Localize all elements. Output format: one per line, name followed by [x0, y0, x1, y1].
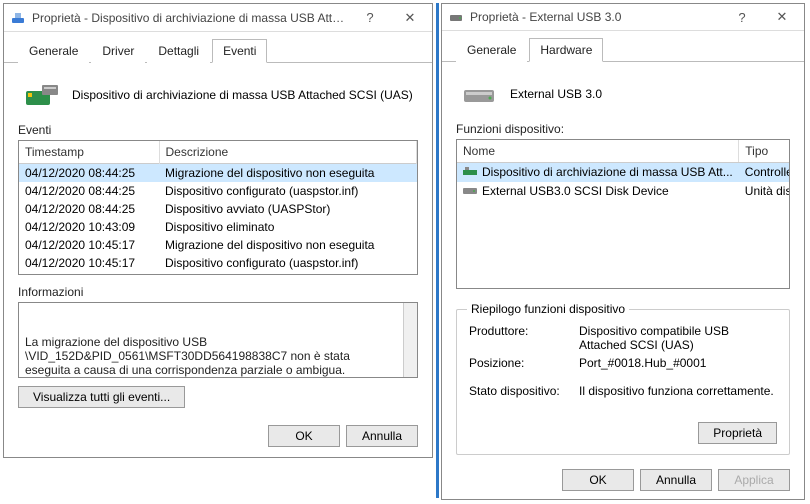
- tab-strip: Generale Driver Dettagli Eventi: [4, 32, 432, 63]
- events-dialog: Proprietà - Dispositivo di archiviazione…: [3, 3, 433, 458]
- event-row[interactable]: 04/12/2020 10:43:09Dispositivo eliminato: [19, 218, 417, 236]
- device-header: Dispositivo di archiviazione di massa US…: [22, 79, 418, 111]
- event-row[interactable]: 04/12/2020 08:44:25Dispositivo avviato (…: [19, 200, 417, 218]
- function-row[interactable]: Dispositivo di archiviazione di massa US…: [457, 163, 790, 182]
- help-button[interactable]: ?: [722, 4, 762, 30]
- device-icon: [22, 79, 62, 111]
- device-name: Dispositivo di archiviazione di massa US…: [72, 88, 413, 102]
- info-textarea[interactable]: La migrazione del dispositivo USB \VID_1…: [18, 302, 418, 378]
- events-list[interactable]: Timestamp Descrizione 04/12/2020 08:44:2…: [18, 140, 418, 275]
- summary-legend: Riepilogo funzioni dispositivo: [467, 302, 629, 316]
- tab-strip: Generale Hardware: [442, 31, 804, 62]
- scrollbar[interactable]: [403, 303, 417, 377]
- events-label: Eventi: [18, 123, 418, 137]
- titlebar: Proprietà - External USB 3.0 ? ✕: [442, 4, 804, 31]
- cancel-button[interactable]: Annulla: [640, 469, 712, 491]
- ok-button[interactable]: OK: [562, 469, 634, 491]
- position-row: Posizione: Port_#0018.Hub_#0001: [469, 356, 777, 370]
- function-row[interactable]: External USB3.0 SCSI Disk Device Unità d…: [457, 182, 790, 201]
- dialog-buttons: OK Annulla: [4, 417, 432, 457]
- cancel-button[interactable]: Annulla: [346, 425, 418, 447]
- event-row[interactable]: 04/12/2020 10:45:17Dispositivo configura…: [19, 254, 417, 272]
- event-row[interactable]: 04/12/2020 08:44:25Migrazione del dispos…: [19, 164, 417, 183]
- functions-label: Funzioni dispositivo:: [456, 122, 790, 136]
- tab-details[interactable]: Dettagli: [147, 39, 210, 63]
- event-row[interactable]: 04/12/2020 10:45:17Migrazione del dispos…: [19, 236, 417, 254]
- drive-icon: [460, 78, 500, 110]
- ok-button[interactable]: OK: [268, 425, 340, 447]
- usb-controller-icon: [463, 166, 479, 180]
- functions-list[interactable]: Nome Tipo Dispositivo di archiviazione d…: [456, 139, 790, 289]
- window-title: Proprietà - External USB 3.0: [470, 10, 722, 24]
- dialog-buttons: OK Annulla Applica: [442, 461, 804, 501]
- tab-hardware[interactable]: Hardware: [529, 38, 603, 62]
- hardware-dialog: Proprietà - External USB 3.0 ? ✕ General…: [441, 3, 805, 500]
- close-button[interactable]: ✕: [762, 4, 802, 30]
- window-title: Proprietà - Dispositivo di archiviazione…: [32, 11, 350, 25]
- tab-general[interactable]: Generale: [456, 38, 527, 62]
- apply-button[interactable]: Applica: [718, 469, 790, 491]
- close-button[interactable]: ✕: [390, 5, 430, 31]
- producer-row: Produttore: Dispositivo compatibile USB …: [469, 324, 777, 352]
- device-header: External USB 3.0: [460, 78, 790, 110]
- col-description[interactable]: Descrizione: [159, 141, 417, 164]
- view-all-events-button[interactable]: Visualizza tutti gli eventi...: [18, 386, 185, 408]
- tab-content: Dispositivo di archiviazione di massa US…: [4, 63, 432, 417]
- device-summary: Riepilogo funzioni dispositivo Produttor…: [456, 309, 790, 455]
- col-type[interactable]: Tipo: [739, 140, 790, 163]
- col-name[interactable]: Nome: [457, 140, 739, 163]
- properties-button[interactable]: Proprietà: [698, 422, 777, 444]
- col-timestamp[interactable]: Timestamp: [19, 141, 159, 164]
- event-row[interactable]: 04/12/2020 08:44:25Dispositivo configura…: [19, 182, 417, 200]
- device-name: External USB 3.0: [510, 87, 602, 101]
- app-icon: [448, 9, 464, 25]
- disk-icon: [463, 185, 479, 199]
- info-label: Informazioni: [18, 285, 418, 299]
- tab-general[interactable]: Generale: [18, 39, 89, 63]
- titlebar: Proprietà - Dispositivo di archiviazione…: [4, 4, 432, 32]
- tab-driver[interactable]: Driver: [91, 39, 145, 63]
- divider: [436, 3, 439, 498]
- app-icon: [10, 10, 26, 26]
- help-button[interactable]: ?: [350, 5, 390, 31]
- tab-events[interactable]: Eventi: [212, 39, 267, 63]
- tab-content: External USB 3.0 Funzioni dispositivo: N…: [442, 62, 804, 461]
- status-row: Stato dispositivo: Il dispositivo funzio…: [469, 384, 777, 398]
